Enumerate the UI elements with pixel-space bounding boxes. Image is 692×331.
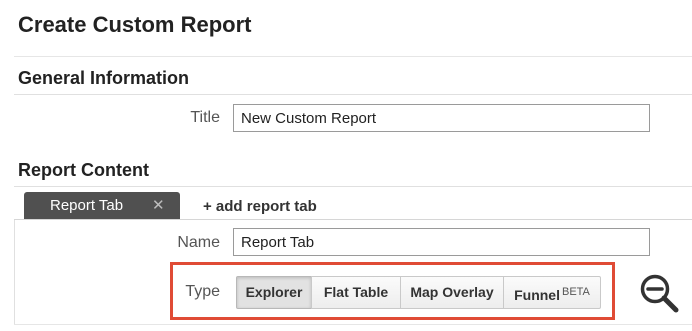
title-divider [14,56,692,57]
type-option-flat-table[interactable]: Flat Table [311,276,401,309]
title-input[interactable] [233,104,650,132]
zoom-out-icon[interactable] [638,272,682,316]
type-option-map-overlay[interactable]: Map Overlay [400,276,504,309]
add-report-tab-link[interactable]: + add report tab [203,197,317,217]
type-option-funnel[interactable]: Funnel BETA [503,276,601,309]
type-option-funnel-label: Funnel [514,287,560,303]
report-content-divider [14,186,692,187]
page-title: Create Custom Report [18,12,252,37]
general-information-divider [14,94,692,95]
title-label: Title [190,109,220,126]
bottom-divider [14,324,692,325]
tab-report-tab-label: Report Tab [50,197,124,214]
type-selector: Explorer Flat Table Map Overlay Funnel BE… [236,276,601,309]
beta-badge: BETA [561,286,590,298]
close-icon[interactable]: ✕ [152,192,165,219]
name-label: Name [177,234,220,251]
type-option-explorer[interactable]: Explorer [236,276,312,309]
type-label: Type [185,283,220,300]
name-input[interactable] [233,228,650,256]
report-content-heading: Report Content [18,160,149,180]
tab-panel-left-border [14,220,15,324]
tab-report-tab[interactable]: Report Tab ✕ [24,192,180,219]
general-information-heading: General Information [18,68,190,88]
tab-underline [14,219,692,220]
